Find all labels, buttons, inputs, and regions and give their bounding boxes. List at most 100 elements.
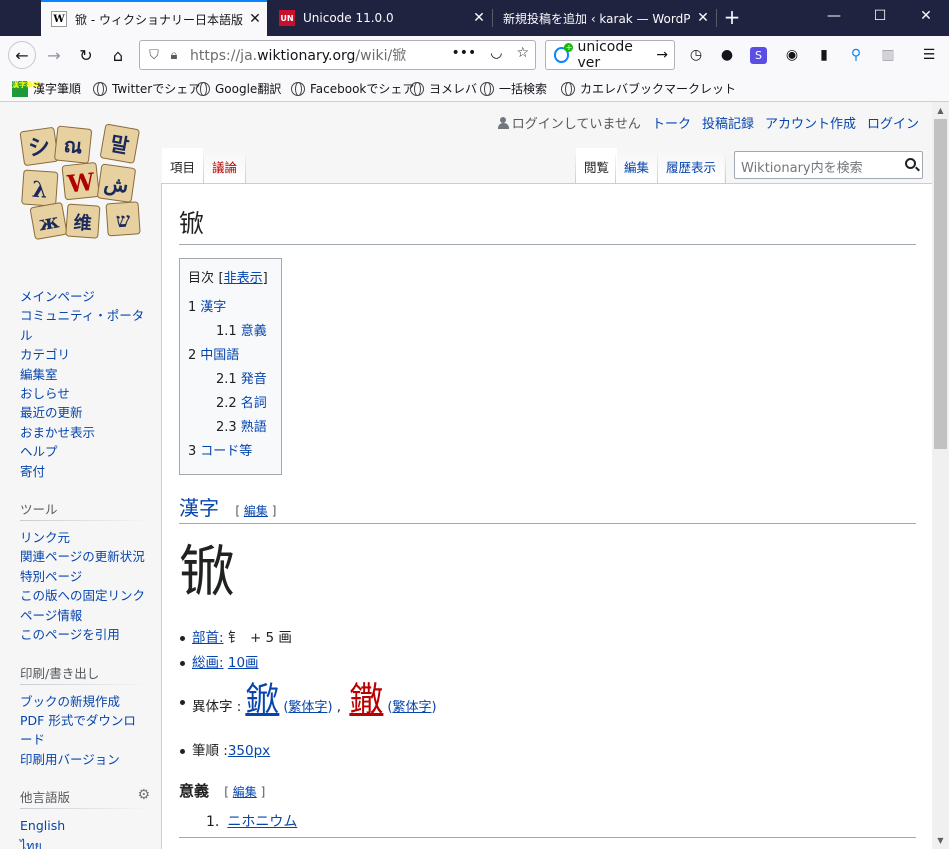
bookmark-kanji[interactable]: 漢字筆順 漢字筆順 [12, 80, 81, 97]
close-tab-icon[interactable]: ✕ [467, 10, 491, 26]
toc-item[interactable]: 3 コード等 [188, 440, 273, 464]
lock-icon[interactable]: 🔒︎ [164, 48, 184, 63]
globe-icon [561, 81, 575, 96]
stroke-order-link[interactable]: 350px [228, 743, 270, 759]
back-arrow-icon[interactable]: ← [8, 41, 36, 69]
sidebar-item-printable[interactable]: 印刷用バージョン [0, 750, 160, 769]
variants-item: 異体字 : 鍁 (繁体字) , 鏾 (繁体字) [180, 680, 437, 720]
extension-s-icon[interactable]: S [750, 47, 767, 64]
toc-item[interactable]: 1.1 意義 [188, 320, 273, 344]
radical-link[interactable]: 部首: [192, 626, 224, 646]
extension-icon[interactable]: ● [717, 45, 737, 65]
toc-item[interactable]: 2.3 熟語 [188, 416, 273, 440]
wiki-search-input[interactable]: Wiktionary内を検索 [734, 151, 923, 179]
sidebar-item-download-pdf[interactable]: PDF 形式でダウンロード [0, 711, 160, 750]
toc-item[interactable]: 2.2 名詞 [188, 392, 273, 416]
tab-history[interactable]: 履歴表示 [658, 148, 725, 183]
strokes-value-link[interactable]: 10画 [228, 651, 259, 671]
pocket-icon[interactable]: ◡ [490, 45, 502, 61]
page-actions-icon[interactable]: ••• [451, 45, 476, 61]
toc-toggle-link[interactable]: 非表示 [224, 271, 263, 286]
bookmark-bulk-search[interactable]: 一括検索 [480, 80, 547, 97]
tab-discussion[interactable]: 議論 [204, 148, 246, 183]
magnifier-icon[interactable]: ⚲ [846, 45, 866, 65]
toc-item[interactable]: 2 中国語 [188, 344, 273, 368]
variant-link-red[interactable]: 鏾 [349, 680, 383, 720]
bookmark-yomereba[interactable]: ヨメレバ [410, 80, 477, 97]
sidebar-item-cite[interactable]: このページを引用 [0, 625, 160, 644]
strokes-link[interactable]: 総画: [192, 651, 224, 671]
sidebar-item-create-book[interactable]: ブックの新規作成 [0, 692, 160, 711]
sidebar-item-permanent-link[interactable]: この版への固定リンク [0, 586, 160, 605]
contributions-link[interactable]: 投稿記録 [702, 113, 754, 132]
variant-note-link[interactable]: 繁体字 [288, 700, 327, 715]
sidebar-item-donate[interactable]: 寄付 [0, 462, 160, 481]
svg-text:ש: ש [115, 207, 131, 232]
search-icon[interactable] [905, 158, 916, 169]
scroll-up-icon[interactable]: ▲ [932, 102, 949, 119]
shield-icon[interactable]: ⛉ [144, 48, 164, 63]
sidebar-item-community-portal[interactable]: コミュニティ・ポータル [0, 306, 160, 345]
meaning-link[interactable]: ニホニウム [227, 814, 297, 830]
variant-note-link[interactable]: 繁体字 [392, 700, 431, 715]
navigation-toolbar: ← → ↻ ⌂ ⛉ 🔒︎ https://ja.wiktionary.org/w… [0, 36, 949, 74]
forward-arrow-icon[interactable]: → [40, 41, 68, 69]
sidebar-item-main-page[interactable]: メインページ [0, 287, 160, 306]
reader-view-icon[interactable]: ▥ [878, 45, 898, 65]
menu-icon[interactable]: ☰ [919, 45, 939, 65]
window-close-icon[interactable]: ✕ [903, 0, 949, 32]
scrollbar-thumb[interactable] [934, 119, 947, 449]
bookmark-facebook[interactable]: Facebookでシェア [291, 80, 414, 97]
sidebar-item-help[interactable]: ヘルプ [0, 442, 160, 461]
sidebar-item-special-pages[interactable]: 特別ページ [0, 567, 160, 586]
wiktionary-logo-icon[interactable]: シ ณ 말 λ W ش ж 维 ש [14, 120, 149, 245]
bookmark-kaereba[interactable]: カエレバブックマークレット [561, 80, 736, 97]
vertical-scrollbar[interactable]: ▲ ▼ [932, 102, 949, 849]
tab-wordpress[interactable]: 新規投稿を追加 ‹ karak — WordPress ✕ [493, 0, 715, 36]
home-icon[interactable]: ⌂ [104, 41, 132, 69]
edit-section-link[interactable]: 編集 [233, 785, 257, 799]
tab-unicode[interactable]: UN Unicode 11.0.0 ✕ [269, 0, 491, 36]
account-icon[interactable]: ◉ [782, 45, 802, 65]
url-text[interactable]: https://ja.wiktionary.org/wiki/锨 [190, 45, 406, 65]
close-tab-icon[interactable]: ✕ [691, 10, 715, 26]
bookmark-star-icon[interactable]: ☆ [516, 45, 529, 61]
sidebar-item-categories[interactable]: カテゴリ [0, 345, 160, 364]
sidebar-item-news[interactable]: おしらせ [0, 384, 160, 403]
close-tab-icon[interactable]: ✕ [243, 11, 267, 27]
sidebar-item-what-links-here[interactable]: リンク元 [0, 528, 160, 547]
tab-read[interactable]: 閲覧 [576, 148, 618, 183]
tab-wiktionary[interactable]: W 锨 - ウィクショナリー日本語版 ✕ [41, 0, 267, 36]
bookmark-twitter[interactable]: Twitterでシェア [93, 80, 200, 97]
toc-item[interactable]: 1 漢字 [188, 296, 273, 320]
sidebar-item-related-changes[interactable]: 関連ページの更新状況 [0, 547, 160, 566]
url-bar[interactable]: ⛉ 🔒︎ https://ja.wiktionary.org/wiki/锨 ••… [139, 40, 536, 70]
bookmark-google-translate[interactable]: Google翻訳 [196, 80, 281, 97]
history-clock-icon[interactable]: ◷ [686, 45, 706, 65]
tab-edit[interactable]: 編集 [616, 148, 658, 183]
maximize-icon[interactable]: ☐ [857, 0, 903, 32]
toc-item[interactable]: 2.1 発音 [188, 368, 273, 392]
create-account-link[interactable]: アカウント作成 [765, 113, 856, 132]
sidebar-item-editing-room[interactable]: 編集室 [0, 365, 160, 384]
search-input[interactable]: unicode ver → [545, 39, 675, 71]
new-tab-button[interactable]: + [720, 0, 744, 36]
gear-icon[interactable]: ⚙ [137, 787, 150, 803]
sidebar-item-page-info[interactable]: ページ情報 [0, 606, 160, 625]
sidebar-item-random[interactable]: おまかせ表示 [0, 423, 160, 442]
scroll-down-icon[interactable]: ▼ [932, 832, 949, 849]
talk-link[interactable]: トーク [652, 113, 691, 132]
library-icon[interactable]: ▮ [814, 45, 834, 65]
go-arrow-icon[interactable]: → [656, 47, 668, 63]
variant-link[interactable]: 鍁 [245, 680, 279, 720]
search-engine-icon[interactable] [554, 43, 575, 63]
sidebar-item-lang-th[interactable]: ไทย [0, 836, 160, 849]
wiktionary-favicon-icon: W [51, 11, 67, 27]
sidebar-item-lang-en[interactable]: English [0, 816, 160, 835]
minimize-icon[interactable]: — [811, 0, 857, 32]
reload-icon[interactable]: ↻ [72, 41, 100, 69]
edit-section-link[interactable]: 編集 [244, 504, 268, 518]
login-link[interactable]: ログイン [867, 113, 919, 132]
tab-article[interactable]: 項目 [162, 148, 204, 183]
sidebar-item-recent-changes[interactable]: 最近の更新 [0, 403, 160, 422]
